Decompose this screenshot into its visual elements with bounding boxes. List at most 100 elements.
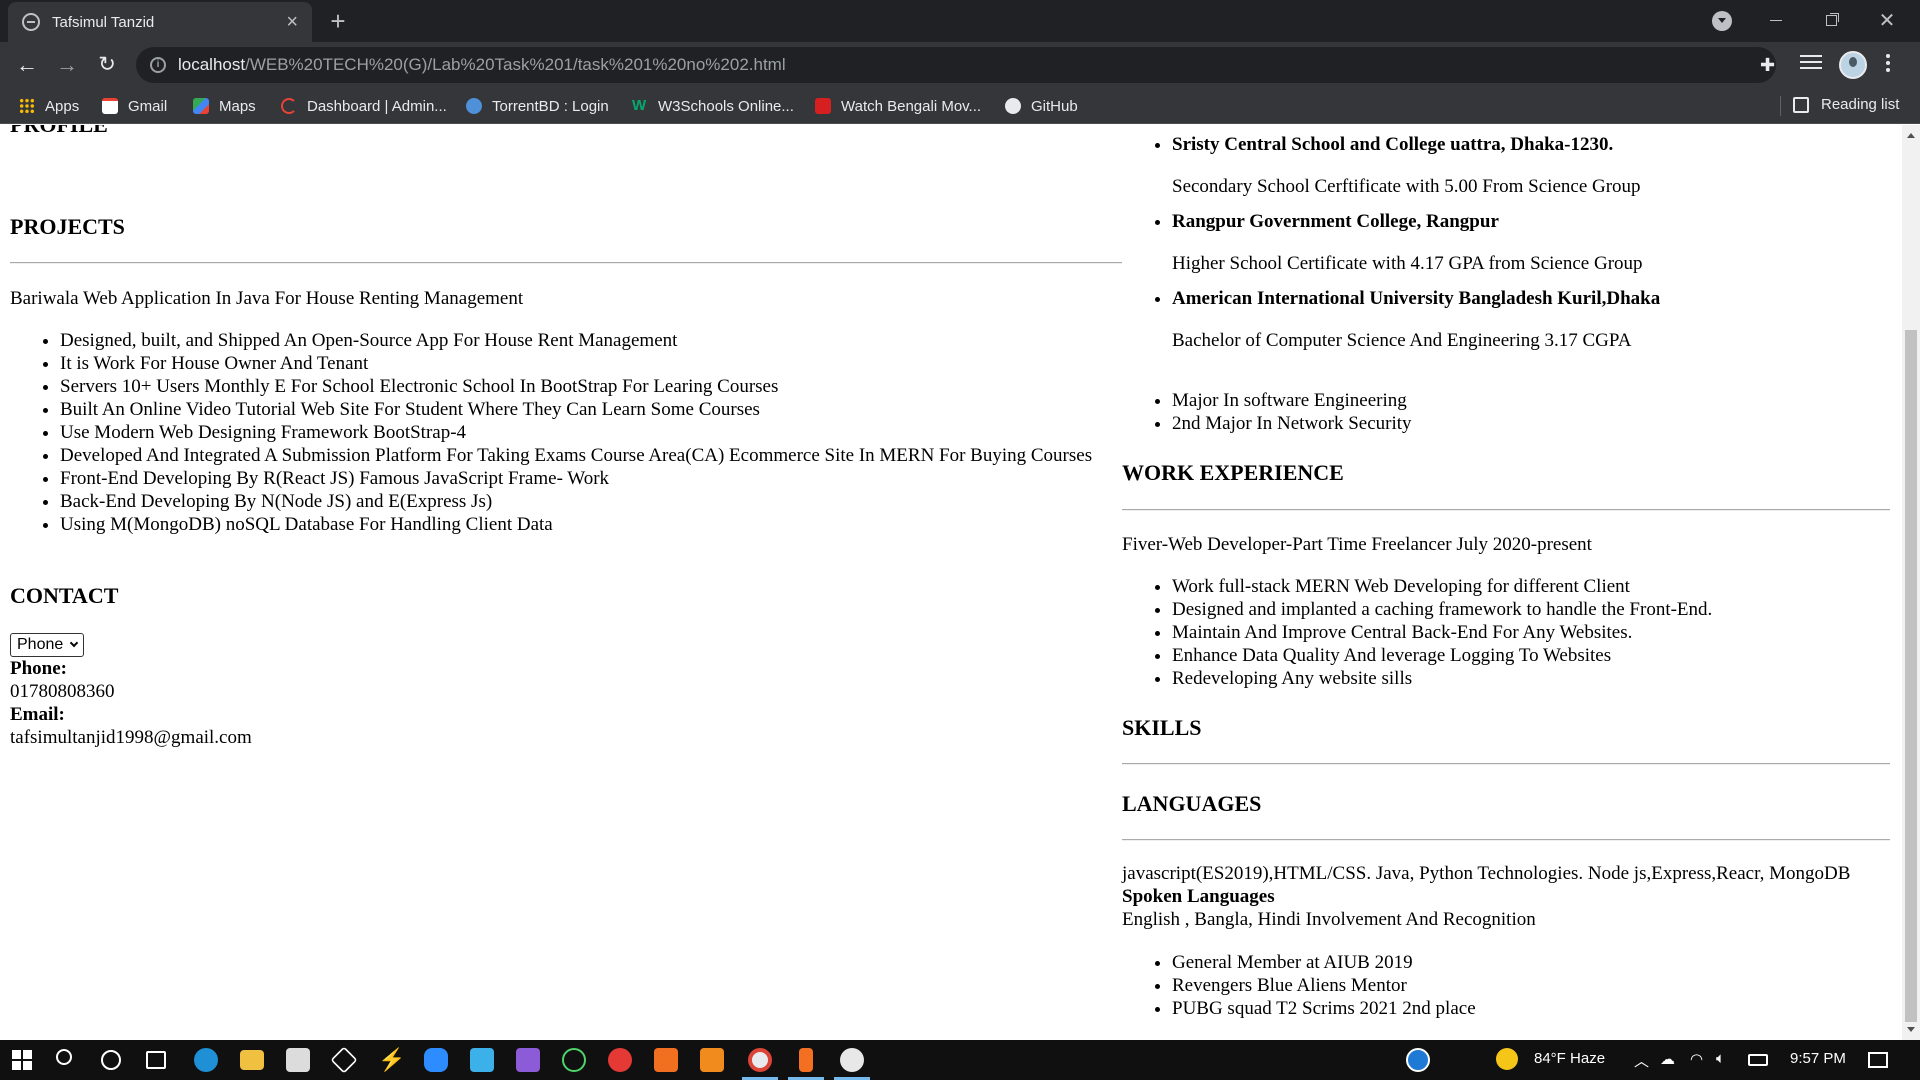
search-icon[interactable] xyxy=(56,1049,72,1065)
reading-list-button[interactable]: Reading list xyxy=(1793,96,1899,113)
app-icon[interactable] xyxy=(840,1048,864,1072)
browser-tab[interactable]: Tafsimul Tanzid × xyxy=(8,2,312,42)
education-detail: Bachelor of Computer Science And Enginee… xyxy=(1172,330,1632,351)
page-scrollbar[interactable] xyxy=(1902,125,1920,1040)
list-item: Maintain And Improve Central Back-End Fo… xyxy=(1172,621,1712,644)
page-viewport: PROFILE PROJECTS Bariwala Web Applicatio… xyxy=(0,125,1902,1040)
education-item: Rangpur Government College, Rangpur Highe… xyxy=(1172,210,1882,275)
project-title: Bariwala Web Application In Java For Hou… xyxy=(10,288,524,309)
browser-toolbar: ← → ↻ i localhost/WEB%20TECH%20(G)/Lab%2… xyxy=(0,42,1920,88)
close-window-button[interactable]: ✕ xyxy=(1864,6,1910,36)
store-icon[interactable] xyxy=(286,1048,310,1072)
chevron-down-icon xyxy=(70,638,79,648)
scrollbar-thumb[interactable] xyxy=(1905,330,1917,1022)
spoken-languages-label: Spoken Languages xyxy=(1122,886,1275,907)
chevron-up-icon[interactable]: ︿ xyxy=(1634,1050,1649,1071)
bookmark-w3schools[interactable]: W W3Schools Online... xyxy=(632,96,794,116)
contact-details: Phone: 01780808360 Email: tafsimultanjid… xyxy=(10,657,252,749)
visual-studio-icon[interactable] xyxy=(516,1048,540,1072)
close-tab-icon[interactable]: × xyxy=(286,12,298,32)
languages-block: javascript(ES2019),HTML/CSS. Java, Pytho… xyxy=(1122,862,1850,931)
bookmark-gmail[interactable]: Gmail xyxy=(102,96,167,116)
onedrive-cloud-icon[interactable]: ☁ xyxy=(1660,1050,1675,1068)
education-list: Sristy Central School and College uattra… xyxy=(1122,133,1882,352)
restore-button[interactable] xyxy=(1808,6,1854,36)
bookmark-dashboard[interactable]: Dashboard | Admin... xyxy=(281,96,447,116)
skills-heading: SKILLS xyxy=(1122,715,1202,740)
list-item: 2nd Major In Network Security xyxy=(1172,412,1412,435)
cortana-icon[interactable] xyxy=(101,1050,121,1070)
projects-divider xyxy=(10,262,1122,264)
file-explorer-icon[interactable] xyxy=(240,1050,264,1070)
powershell-icon[interactable]: ⚡ xyxy=(378,1048,405,1072)
profile-heading: PROFILE xyxy=(10,125,108,138)
bookmark-apps[interactable]: Apps xyxy=(19,96,79,116)
new-tab-button[interactable]: + xyxy=(324,8,352,36)
weather-moon-icon[interactable] xyxy=(1496,1048,1518,1070)
task-view-icon[interactable] xyxy=(146,1051,166,1069)
work-experience-heading: WORK EXPERIENCE xyxy=(1122,460,1344,485)
spoken-languages-text: English , Bangla, Hindi Involvement And … xyxy=(1122,909,1536,930)
wifi-icon[interactable]: ◠ xyxy=(1690,1050,1703,1068)
list-item: Front-End Developing By R(React JS) Famo… xyxy=(60,467,1100,490)
windows-start-icon[interactable] xyxy=(12,1050,32,1070)
list-item: Built An Online Video Tutorial Web Site … xyxy=(60,398,1100,421)
education-item: Sristy Central School and College uattra… xyxy=(1172,133,1882,198)
projects-heading: PROJECTS xyxy=(10,214,125,239)
sublime-text-icon[interactable] xyxy=(700,1048,724,1072)
reload-icon[interactable]: ↻ xyxy=(92,50,122,80)
tab-search-icon[interactable] xyxy=(1712,11,1732,31)
school-name: Sristy Central School and College uattra… xyxy=(1172,134,1614,155)
url-path: /WEB%20TECH%20(G)/Lab%20Task%201/task%20… xyxy=(245,55,786,74)
phone-label: Phone: xyxy=(10,658,67,679)
github-icon xyxy=(1005,98,1021,114)
edge-icon[interactable] xyxy=(194,1048,218,1072)
bookmark-github[interactable]: GitHub xyxy=(1005,96,1078,116)
site-info-icon[interactable]: i xyxy=(150,57,166,73)
scroll-down-icon[interactable] xyxy=(1907,1027,1915,1032)
battery-icon[interactable] xyxy=(1748,1054,1768,1066)
tab-strip: Tafsimul Tanzid × + ✕ xyxy=(0,0,1920,42)
notifications-icon[interactable] xyxy=(1868,1052,1888,1068)
extensions-puzzle-icon[interactable]: ✚ xyxy=(1760,56,1778,74)
minimize-icon xyxy=(1770,20,1782,22)
help-icon[interactable] xyxy=(1406,1048,1430,1072)
list-item: General Member at AIUB 2019 xyxy=(1172,951,1476,974)
forward-arrow-icon[interactable]: → xyxy=(52,50,82,80)
url-text[interactable]: localhost/WEB%20TECH%20(G)/Lab%20Task%20… xyxy=(178,55,786,75)
address-bar[interactable]: i localhost/WEB%20TECH%20(G)/Lab%20Task%… xyxy=(136,47,1868,83)
chrome-icon[interactable] xyxy=(748,1048,772,1072)
bookmark-maps[interactable]: Maps xyxy=(193,96,256,116)
list-item: Using M(MongoDB) noSQL Database For Hand… xyxy=(60,513,1100,536)
dropbox-icon[interactable] xyxy=(330,1046,358,1074)
back-arrow-icon[interactable]: ← xyxy=(12,50,42,80)
weather-text[interactable]: 84°F Haze xyxy=(1534,1050,1605,1067)
intellij-icon[interactable] xyxy=(562,1048,586,1072)
browser-menu-icon[interactable] xyxy=(1886,54,1892,75)
globe-icon xyxy=(22,13,40,31)
email-value: tafsimultanjid1998@gmail.com xyxy=(10,727,252,748)
languages-divider xyxy=(1122,839,1890,841)
figma-icon[interactable] xyxy=(799,1048,813,1072)
contact-type-select[interactable]: Phone xyxy=(10,633,85,657)
zoom-icon[interactable] xyxy=(424,1048,448,1072)
list-item: Developed And Integrated A Submission Pl… xyxy=(60,444,1100,467)
bookmark-torrentbd[interactable]: TorrentBD : Login xyxy=(466,96,609,116)
majors-list: Major In software Engineering 2nd Major … xyxy=(1122,389,1412,435)
bookmark-bengali-movies[interactable]: Watch Bengali Mov... xyxy=(815,96,981,116)
gmail-icon xyxy=(102,98,118,114)
xampp-icon[interactable] xyxy=(654,1048,678,1072)
apps-grid-icon xyxy=(19,98,35,114)
minimize-button[interactable] xyxy=(1753,6,1799,36)
profile-avatar[interactable] xyxy=(1839,51,1867,79)
media-control-icon[interactable] xyxy=(1800,55,1822,75)
record-app-icon[interactable] xyxy=(608,1048,632,1072)
email-label: Email: xyxy=(10,704,65,725)
dashboard-icon xyxy=(281,98,297,114)
list-item: Back-End Developing By N(Node JS) and E(… xyxy=(60,490,1100,513)
app-19-icon[interactable] xyxy=(470,1048,494,1072)
volume-icon[interactable]: 🔈︎ xyxy=(1716,1050,1725,1067)
clock-time[interactable]: 9:57 PM xyxy=(1790,1050,1846,1067)
scroll-up-icon[interactable] xyxy=(1907,133,1915,138)
list-item: Use Modern Web Designing Framework BootS… xyxy=(60,421,1100,444)
